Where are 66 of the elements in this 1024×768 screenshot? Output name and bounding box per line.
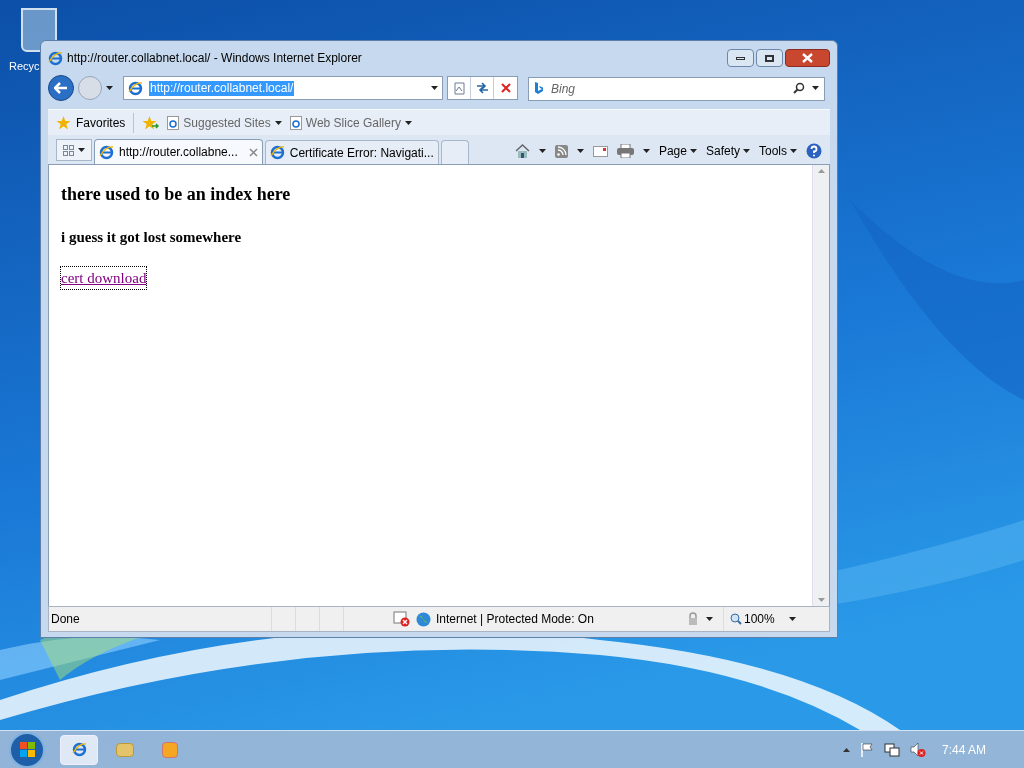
zoom-level[interactable]: 100% — [744, 610, 775, 628]
dropdown-arrow-icon[interactable] — [106, 86, 113, 90]
speaker-muted-icon[interactable] — [909, 741, 926, 758]
page-icon — [289, 115, 302, 130]
dropdown-arrow-icon[interactable] — [788, 617, 796, 621]
bing-logo-icon — [534, 82, 544, 95]
dropdown-arrow-icon[interactable] — [743, 149, 750, 153]
printer-icon[interactable] — [616, 144, 634, 158]
refresh-arrows-icon — [475, 82, 489, 94]
back-arrow-icon — [54, 82, 68, 94]
start-button[interactable] — [9, 731, 45, 768]
ie-logo-icon — [71, 742, 87, 757]
feeds-icon[interactable] — [554, 144, 568, 158]
browser-taskbar-button[interactable] — [60, 734, 98, 765]
ie-logo-icon — [99, 144, 114, 160]
add-favorite-icon[interactable] — [142, 115, 160, 130]
flag-icon[interactable] — [859, 741, 874, 758]
dropdown-arrow-icon[interactable] — [689, 149, 697, 153]
menu-button[interactable]: Tools — [759, 142, 797, 160]
search-icon[interactable] — [793, 82, 805, 94]
dropdown-arrow-icon[interactable] — [538, 149, 546, 153]
dropdown-arrow-icon[interactable] — [404, 120, 412, 125]
dropdown-arrow-icon[interactable] — [431, 86, 438, 90]
favorites-button[interactable]: Favorites — [56, 113, 126, 132]
close-tab-icon[interactable] — [248, 147, 258, 157]
maximize-button[interactable] — [756, 49, 783, 67]
dropdown-arrow-icon[interactable] — [706, 617, 713, 621]
cert-download-link[interactable]: cert download — [61, 266, 147, 289]
menu-button[interactable]: Page — [658, 142, 697, 160]
dropdown-arrow-icon[interactable] — [78, 148, 85, 152]
window-title: http://router.collabnet.local/ - Windows Internet Explorer — [67, 50, 362, 67]
favorites-link[interactable]: Suggested Sites — [167, 113, 282, 132]
ie-logo-icon — [128, 80, 143, 96]
page-subheading: i guess it got lost somewhere — [61, 228, 243, 247]
tab[interactable]: Certificate Error: Navigati... — [264, 140, 439, 164]
security-zone-text[interactable]: Internet | Protected Mode: On — [436, 610, 686, 628]
home-icon[interactable] — [514, 144, 530, 158]
tab[interactable]: http://router.collabne... — [94, 139, 263, 164]
close-icon — [802, 53, 813, 63]
desktop-icon-label[interactable]: Recyc — [9, 59, 40, 73]
favorites-link[interactable]: Web Slice Gallery — [289, 113, 412, 132]
ie-logo-icon — [269, 145, 285, 160]
show-hidden-icons-arrow-icon[interactable] — [842, 747, 850, 752]
zoom-icon[interactable] — [730, 613, 742, 625]
address-text: http://router.collabnet.local/ — [149, 80, 295, 96]
back-button[interactable] — [48, 75, 74, 101]
close-button[interactable] — [785, 49, 830, 67]
page-icon — [167, 115, 180, 130]
dropdown-arrow-icon[interactable] — [642, 149, 650, 153]
minimize-button[interactable] — [727, 49, 754, 67]
page-icon — [453, 81, 465, 95]
help-icon[interactable] — [806, 143, 822, 159]
network-icon[interactable] — [883, 741, 900, 758]
search-field[interactable]: Bing — [528, 77, 825, 101]
stop-icon — [500, 83, 511, 93]
dropdown-arrow-icon[interactable] — [790, 149, 797, 153]
ie-logo-icon — [48, 50, 63, 66]
star-icon — [56, 115, 71, 130]
popup-blocked-icon[interactable] — [393, 611, 410, 627]
menu-button[interactable]: Safety — [705, 142, 750, 160]
status-text: Done — [50, 611, 81, 628]
dropdown-arrow-icon[interactable] — [812, 86, 819, 90]
dropdown-arrow-icon[interactable] — [576, 149, 584, 153]
dropdown-arrow-icon[interactable] — [274, 120, 282, 125]
page-heading: there used to be an index here — [61, 183, 292, 206]
mail-icon[interactable] — [592, 145, 608, 157]
